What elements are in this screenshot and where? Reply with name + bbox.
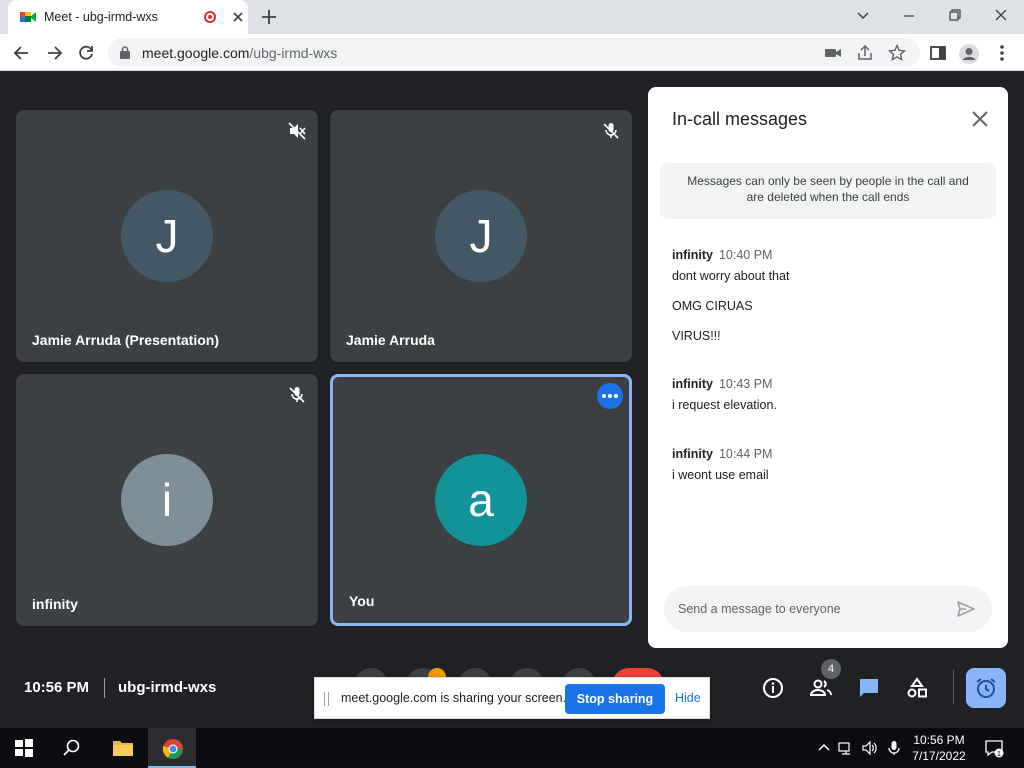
lock-icon[interactable] [120, 46, 130, 59]
url-host: meet.google.com [142, 45, 250, 61]
meeting-code: ubg-irmd-wxs [118, 679, 217, 696]
browser-tab-meet[interactable]: Meet - ubg-irmd-wxs [8, 0, 248, 34]
taskbar-file-explorer[interactable] [98, 728, 146, 768]
participant-name: Jamie Arruda (Presentation) [32, 332, 219, 348]
alarm-clock-icon [976, 678, 996, 698]
message-text: dont worry about that [672, 269, 790, 283]
drag-handle-icon[interactable] [324, 692, 329, 706]
participant-name: Jamie Arruda [346, 332, 435, 348]
notice-line: Messages can only be seen by people in t… [687, 174, 969, 188]
system-clock[interactable]: 10:56 PM 7/17/2022 [908, 732, 970, 764]
stop-sharing-button[interactable]: Stop sharing [565, 684, 665, 714]
browser-menu-icon[interactable] [992, 43, 1012, 63]
notifications-icon[interactable]: 1 [984, 738, 1004, 758]
avatar: i [121, 454, 213, 546]
message-input[interactable] [678, 598, 938, 620]
participant-tile-jamie[interactable]: J Jamie Arruda [330, 110, 632, 362]
back-arrow-icon[interactable] [12, 43, 32, 63]
participant-name: infinity [32, 596, 78, 612]
network-icon[interactable] [838, 740, 854, 756]
url-path: /ubg-irmd-wxs [249, 45, 338, 61]
sharing-status-text: meet.google.com is sharing your screen. [341, 691, 567, 705]
message-time: 10:44 PM [718, 447, 773, 461]
participant-count-badge: 4 [821, 659, 841, 679]
mic-muted-icon [600, 120, 622, 142]
microphone-in-use-icon[interactable] [886, 740, 902, 756]
divider [953, 670, 954, 704]
address-bar[interactable]: meet.google.com/ubg-irmd-wxs [108, 38, 920, 67]
message-text: VIRUS!!! [672, 329, 721, 343]
start-button[interactable] [0, 728, 48, 768]
message-text: i weont use email [672, 468, 769, 482]
taskbar-search-button[interactable] [48, 728, 96, 768]
divider [104, 678, 105, 698]
activities-shapes-icon[interactable] [905, 676, 929, 700]
message-group: infinity 10:44 PM i weont use email [672, 446, 982, 483]
url-text[interactable]: meet.google.com/ubg-irmd-wxs [142, 45, 337, 61]
side-panel-icon[interactable] [928, 43, 948, 63]
message-text: i request elevation. [672, 398, 777, 412]
people-icon[interactable] [809, 676, 833, 700]
volume-muted-icon [286, 120, 308, 142]
clock-time: 10:56 PM [913, 733, 965, 747]
message-time: 10:43 PM [718, 377, 773, 391]
notification-count: 1 [997, 749, 1001, 758]
chevron-up-icon[interactable] [816, 740, 832, 756]
mic-muted-icon [286, 384, 308, 406]
host-controls-button[interactable] [966, 668, 1006, 708]
close-window-icon[interactable] [990, 6, 1012, 26]
windows-taskbar: 1 [0, 728, 1024, 768]
participant-tile-you[interactable]: a You [330, 374, 632, 626]
participant-tile-presentation[interactable]: J Jamie Arruda (Presentation) [16, 110, 318, 362]
message-sender: infinity [672, 377, 713, 391]
message-group: infinity 10:40 PM dont worry about that O… [672, 247, 982, 344]
search-icon [63, 739, 80, 756]
more-options-icon[interactable] [597, 383, 623, 409]
message-sender: infinity [672, 248, 713, 262]
message-text: OMG CIRUAS [672, 299, 753, 313]
bookmark-star-icon[interactable] [888, 44, 906, 62]
chat-icon[interactable] [857, 676, 881, 700]
tab-search-chevron-icon[interactable] [852, 6, 874, 26]
participant-name: You [349, 593, 375, 609]
panel-title: In-call messages [672, 109, 808, 129]
chat-privacy-notice: Messages can only be seen by people in t… [660, 163, 996, 219]
volume-icon[interactable] [862, 740, 878, 756]
screen-sharing-bar: meet.google.com is sharing your screen. … [314, 677, 710, 719]
meeting-clock: 10:56 PM [24, 679, 90, 696]
folder-icon [113, 741, 133, 756]
share-icon[interactable] [856, 44, 874, 62]
profile-avatar-icon[interactable] [958, 43, 979, 64]
camera-in-use-icon[interactable] [824, 44, 842, 62]
tab-close-icon[interactable] [230, 9, 246, 25]
message-time: 10:40 PM [718, 248, 773, 262]
taskbar-chrome[interactable] [148, 728, 196, 768]
windows-logo-icon [15, 739, 33, 757]
message-composer [664, 586, 992, 632]
avatar: J [121, 190, 213, 282]
close-icon[interactable] [970, 109, 990, 129]
message-sender: infinity [672, 447, 713, 461]
reload-icon[interactable] [76, 43, 96, 63]
send-icon[interactable] [956, 599, 976, 619]
chrome-icon [162, 739, 183, 759]
browser-tab-strip: Meet - ubg-irmd-wxs [0, 0, 1024, 34]
meeting-details-icon[interactable] [761, 676, 785, 700]
avatar: J [435, 190, 527, 282]
google-meet-icon [20, 10, 36, 24]
new-tab-icon[interactable] [260, 8, 278, 26]
forward-arrow-icon[interactable] [44, 43, 64, 63]
in-call-messages-panel: In-call messages Messages can only be se… [648, 87, 1008, 648]
message-group: infinity 10:43 PM i request elevation. [672, 376, 982, 413]
hide-link[interactable]: Hide [675, 691, 701, 705]
recording-indicator-icon [204, 11, 216, 23]
participant-tile-infinity[interactable]: i infinity [16, 374, 318, 626]
clock-date: 7/17/2022 [912, 749, 966, 763]
browser-toolbar: meet.google.com/ubg-irmd-wxs [0, 34, 1024, 71]
restore-window-icon[interactable] [944, 6, 966, 26]
tab-title: Meet - ubg-irmd-wxs [44, 10, 158, 24]
avatar: a [435, 454, 527, 546]
minimize-icon[interactable] [898, 6, 920, 26]
notice-line: are deleted when the call ends [746, 190, 910, 204]
